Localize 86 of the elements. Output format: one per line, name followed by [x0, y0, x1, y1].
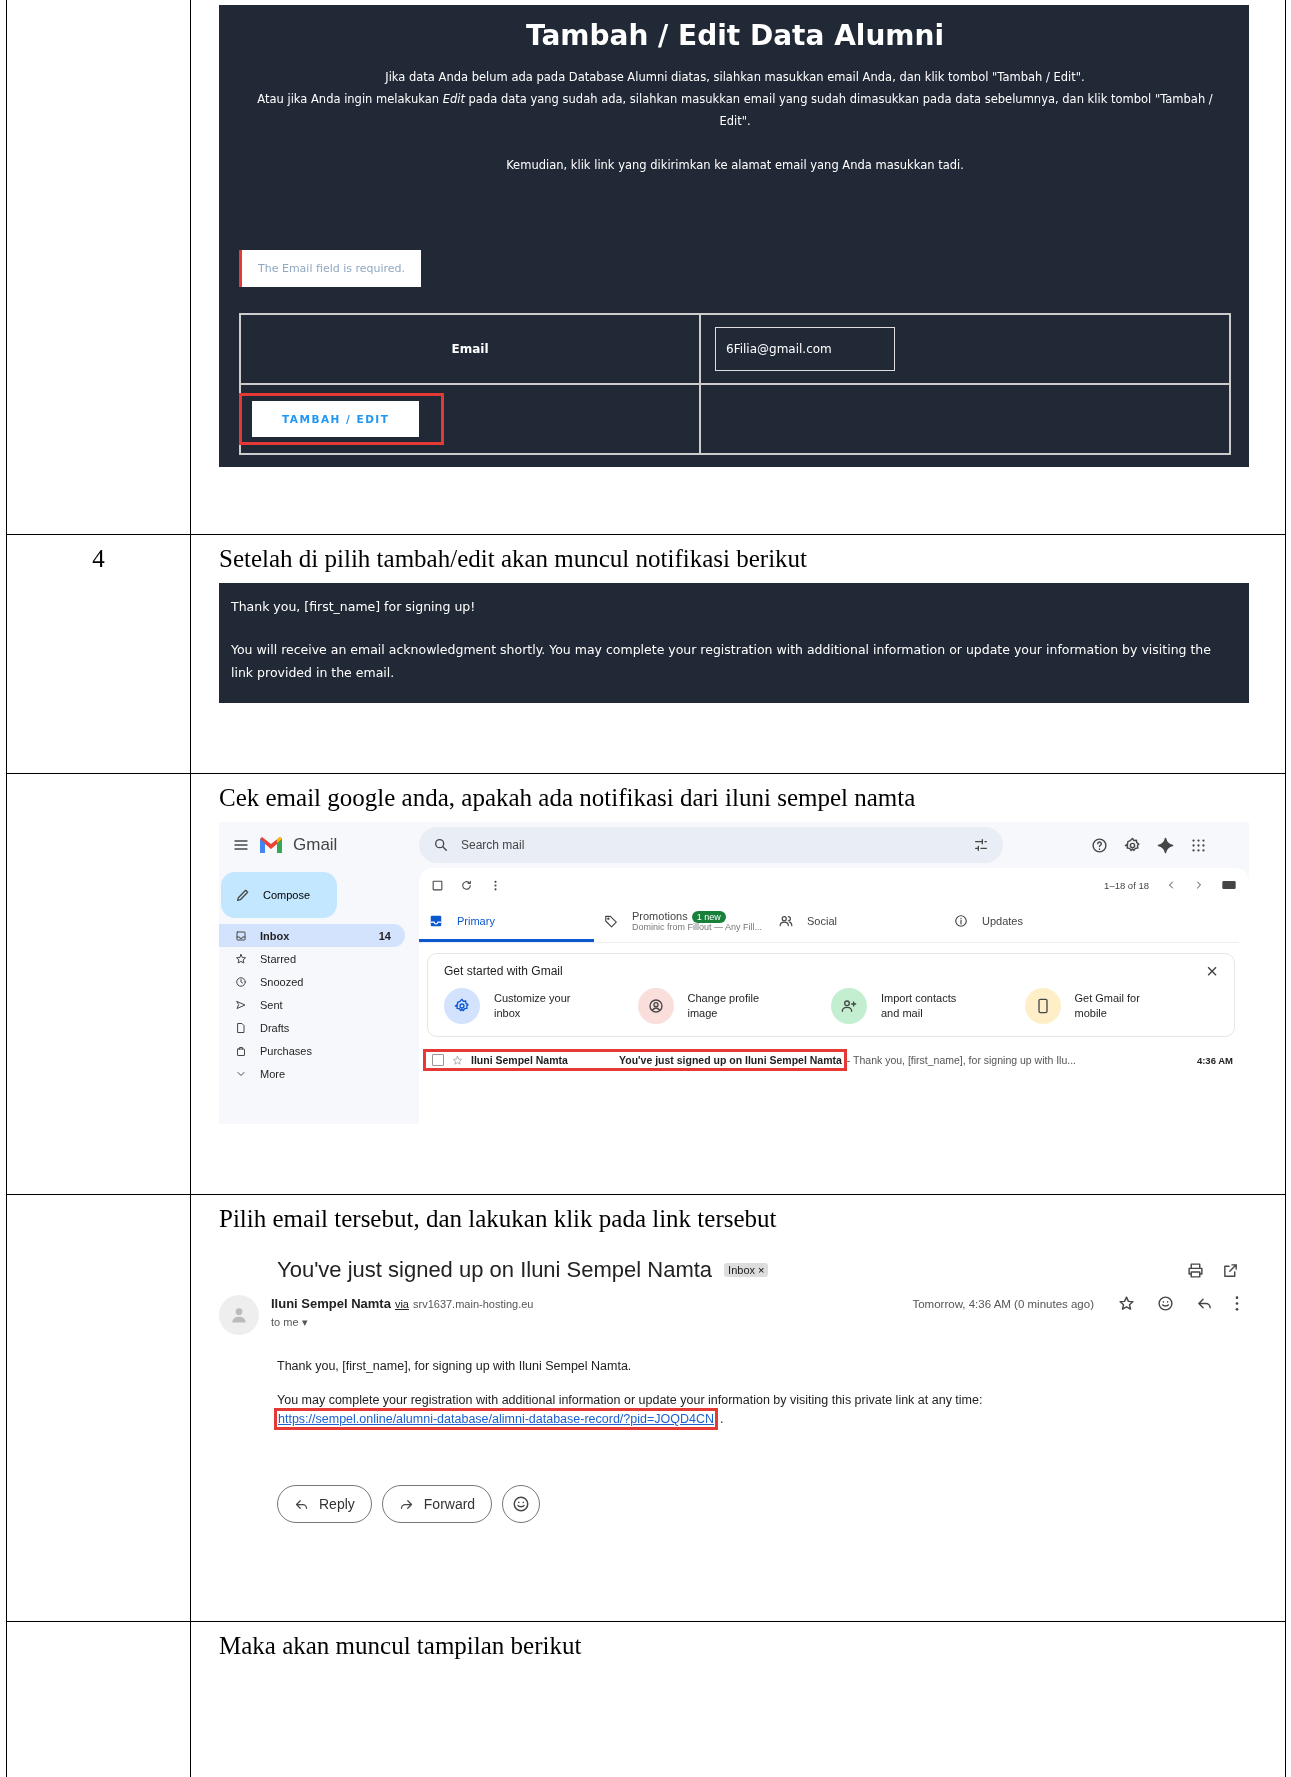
step-instruction: Maka akan muncul tampilan berikut	[219, 1632, 582, 1660]
nav-item[interactable]: Starred	[219, 947, 405, 970]
forward-button[interactable]: Forward	[381, 1485, 493, 1523]
star-icon	[235, 952, 247, 965]
close-button[interactable]: ×	[1206, 964, 1218, 978]
nav-item[interactable]: Drafts	[219, 1016, 405, 1039]
step-instruction: Pilih email tersebut, dan lakukan klik pada link tersebut	[219, 1205, 777, 1233]
search-icon	[433, 837, 449, 853]
more-vertical-icon	[1235, 1296, 1239, 1311]
via-link[interactable]: via	[394, 1297, 409, 1310]
instruction-text: Atau jika Anda ingin melakukan Edit pada data yang sudah ada, silahkan masukkan email yang sudah dimasukkan pada data sebelumnya, dan klik tombol "Tambah / Edit".	[256, 91, 1214, 130]
compose-button[interactable]: Compose	[221, 872, 337, 918]
category-tab[interactable]: Social	[769, 902, 944, 942]
star-icon	[452, 1054, 463, 1066]
reply-button[interactable]: Reply	[277, 1485, 372, 1523]
notification-text: You will receive an email acknowledgment shortly. You may complete your registration with additional information or update your information by visiting the link provided in the email.	[231, 641, 1212, 682]
email-input[interactable]: 6Filia@gmail.com	[715, 327, 895, 371]
step-instruction: Setelah di pilih tambah/edit akan muncul notifikasi berikut	[219, 545, 808, 573]
print-icon	[1187, 1261, 1204, 1279]
record-link[interactable]: https://sempel.online/alumni-database/alimni-database-record/?pid=JOQD4CN	[277, 1411, 715, 1427]
category-tab[interactable]: Updates	[944, 902, 1239, 942]
instruction-text: Jika data Anda belum ada pada Database Alumni diatas, silahkan masukkan email Anda, dan klik tombol "Tambah / Edit".	[383, 69, 1086, 86]
email-time: 4:36 AM	[1196, 1054, 1233, 1066]
tag-icon	[604, 913, 618, 928]
email-greeting: Thank you, [first_name], for signing up with Iluni Sempel Namta.	[277, 1359, 633, 1373]
form-title: Tambah / Edit Data Alumni	[525, 19, 945, 52]
app-name: Gmail	[293, 835, 338, 855]
error-message: The Email field is required.	[239, 250, 422, 287]
pencil-icon	[235, 887, 251, 903]
sender-domain: srv1637.main-hosting.eu	[413, 1297, 534, 1310]
pagination-text: 1–18 of 18	[1104, 879, 1149, 891]
bag-icon	[235, 1044, 247, 1057]
sparkle-icon	[1157, 836, 1174, 854]
apps-grid-icon	[1190, 836, 1207, 854]
email-date: Tomorrow, 4:36 AM (0 minutes ago)	[912, 1297, 1094, 1310]
checkbox-icon	[431, 878, 444, 892]
people-icon	[779, 913, 793, 928]
nav-item[interactable]: Purchases	[219, 1039, 405, 1062]
category-tab[interactable]: Primary	[419, 902, 594, 942]
person-plus-icon	[841, 998, 857, 1014]
email-snippet: - Thank you, [first_name], for signing up with Ilu...	[846, 1054, 1077, 1066]
email-subject: You've just signed up on Iluni Sempel Namta	[619, 1054, 842, 1066]
open-external-icon	[1222, 1261, 1239, 1279]
checkbox[interactable]	[432, 1054, 444, 1066]
info-icon	[954, 913, 968, 928]
file-icon	[235, 1021, 247, 1034]
setup-option[interactable]: Get Gmail for mobile	[1074, 991, 1165, 1021]
email-sender: Iluni Sempel Namta	[471, 1054, 569, 1066]
email-body: You may complete your registration with additional information or update your information by visiting this private link at any time: https://sempel.online/alumni-database/alimni-database-record/?pid=JOQD4CN .	[277, 1391, 1239, 1429]
avatar-icon	[219, 1295, 259, 1335]
emoji-icon	[512, 1495, 531, 1513]
emoji-icon	[1157, 1295, 1174, 1312]
search-field[interactable]: Search mail	[419, 827, 1003, 863]
clock-icon	[235, 975, 247, 988]
recipient-text[interactable]: to me ▾	[271, 1316, 1239, 1329]
nav-item[interactable]: More	[219, 1062, 405, 1085]
inbox-icon	[235, 929, 247, 942]
refresh-icon	[460, 878, 473, 892]
instruction-text: Kemudian, klik link yang dikirimkan ke alamat email yang Anda masukkan tadi.	[505, 157, 965, 174]
nav-item[interactable]: Snoozed	[219, 970, 405, 993]
card-title: Get started with Gmail	[444, 964, 563, 978]
star-icon	[1118, 1295, 1135, 1312]
inbox-icon	[429, 913, 443, 928]
step-instruction: Cek email google anda, apakah ada notifikasi dari iluni sempel namta	[219, 784, 916, 812]
gear-icon	[454, 998, 470, 1014]
filter-sliders-icon	[973, 837, 989, 853]
send-icon	[235, 998, 247, 1011]
sender-name: Iluni Sempel Namta	[271, 1296, 391, 1311]
help-icon	[1091, 836, 1108, 854]
emoji-button[interactable]	[502, 1485, 541, 1523]
mail-logo-icon	[259, 836, 283, 854]
setup-option[interactable]: Import contacts and mail	[881, 991, 971, 1021]
settings-icon	[1124, 836, 1141, 854]
menu-icon	[233, 837, 249, 853]
label-chip: Inbox ×	[724, 1263, 769, 1277]
face-icon	[647, 998, 664, 1014]
nav-item[interactable]: Inbox 14	[219, 924, 405, 947]
step-number: 4	[92, 545, 105, 573]
setup-option[interactable]: Customize your inbox	[494, 991, 584, 1021]
category-tab[interactable]: Promotions 1 new Dominic from Fillout — Any Fill...	[594, 902, 769, 942]
email-label: Email	[451, 342, 489, 356]
remove-label-button[interactable]: ×	[758, 1264, 765, 1276]
nav-item[interactable]: Sent	[219, 993, 405, 1016]
email-subject: You've just signed up on Iluni Sempel Namta	[277, 1257, 713, 1283]
setup-option[interactable]: Change profile image	[687, 991, 778, 1021]
notification-heading: Thank you, [first_name] for signing up!	[231, 598, 477, 616]
